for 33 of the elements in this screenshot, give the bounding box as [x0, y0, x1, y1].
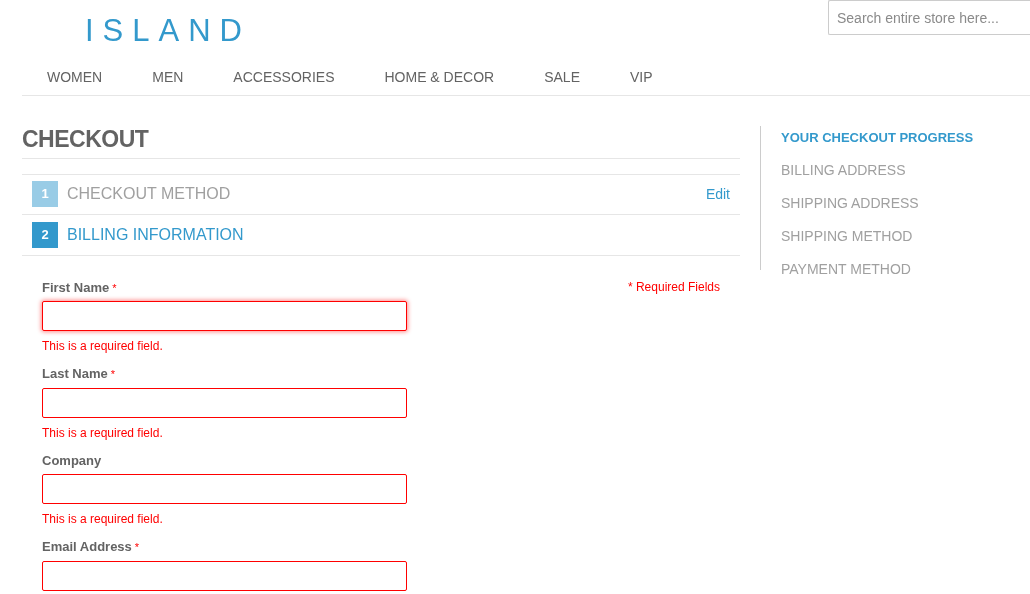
step-number: 2: [32, 221, 58, 248]
error-message: This is a required field.: [42, 338, 164, 356]
required-mark: *: [112, 281, 117, 294]
input-field[interactable]: [42, 387, 407, 418]
progress-step: SHIPPING ADDRESS: [781, 192, 974, 214]
step-title[interactable]: BILLING INFORMATION: [67, 222, 244, 247]
nav-link[interactable]: VIP: [630, 67, 653, 88]
field-label: Last Name: [42, 366, 108, 382]
search-field[interactable]: Search entire store here...: [828, 0, 1030, 35]
required-note: * Required Fields: [627, 278, 720, 296]
input-field[interactable]: [42, 301, 407, 332]
progress-step: PAYMENT METHOD: [781, 258, 974, 280]
nav-link[interactable]: SALE: [544, 67, 580, 88]
logo[interactable]: ISLAND: [85, 8, 251, 55]
field-label: First Name: [42, 279, 110, 295]
required-mark: *: [110, 368, 116, 381]
input-field[interactable]: [42, 560, 407, 591]
nav-link[interactable]: MEN: [152, 67, 184, 88]
step-number: 1: [32, 181, 58, 208]
nav-link[interactable]: HOME & DECOR: [384, 67, 495, 88]
nav-link[interactable]: WOMEN: [47, 67, 103, 88]
required-mark: *: [134, 541, 140, 554]
progress-step: SHIPPING METHOD: [781, 225, 974, 247]
nav-link[interactable]: ACCESSORIES: [233, 67, 335, 88]
edit-link[interactable]: Edit: [705, 183, 730, 205]
field-label: Email Address: [42, 539, 132, 555]
field-label: Company: [42, 452, 102, 468]
error-message: This is a required field.: [42, 511, 164, 529]
progress-title: YOUR CHECKOUT PROGRESS: [781, 129, 974, 147]
progress-step: BILLING ADDRESS: [781, 159, 974, 181]
error-message: This is a required field.: [42, 424, 164, 442]
input-field[interactable]: [42, 474, 407, 505]
page-title: CHECKOUT: [22, 126, 740, 159]
